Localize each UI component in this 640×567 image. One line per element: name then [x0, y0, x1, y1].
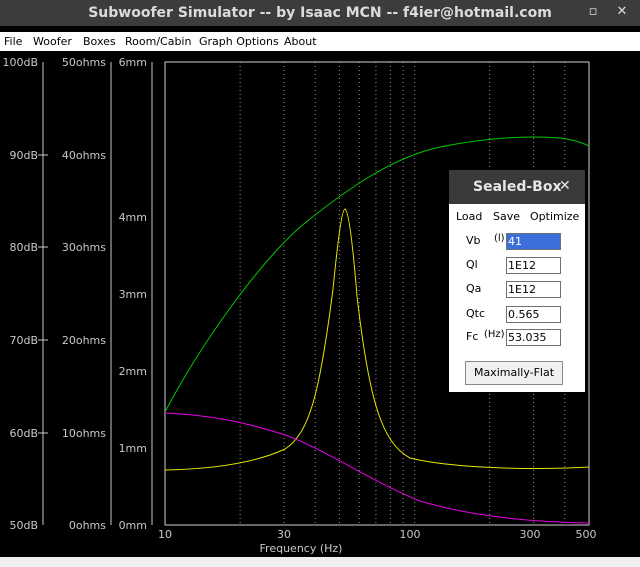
menu-boxes[interactable]: Boxes [83, 35, 116, 48]
window-title: Subwoofer Simulator -- by Isaac MCN -- f… [88, 5, 552, 21]
close-icon[interactable]: ✕ [614, 4, 630, 20]
qa-input[interactable] [506, 281, 561, 298]
mm-tick-label: 6mm [119, 56, 147, 69]
mm-tick-label: 2mm [119, 365, 147, 378]
mm-tick-label: 3mm [119, 288, 147, 301]
mm-tick-label: 1mm [119, 442, 147, 455]
db-tick-label: 80dB [9, 241, 38, 254]
menu-woofer[interactable]: Woofer [33, 35, 72, 48]
ohm-tick-label: 10ohms [62, 427, 106, 440]
qtc-label: Qtc [466, 307, 486, 320]
x-tick-label: 100 [400, 528, 421, 541]
x-tick-label: 10 [158, 528, 172, 541]
ohm-tick-label: 50ohms [62, 56, 106, 69]
mm-tick-label: 0mm [119, 519, 147, 532]
ohm-tick-label: 0ohms [69, 519, 106, 532]
menu-graph-options[interactable]: Graph Options [199, 35, 279, 48]
restore-icon[interactable]: ▫ [585, 4, 601, 20]
x-tick-label: 30 [277, 528, 291, 541]
panel-menu-optimize[interactable]: Optimize [530, 210, 579, 223]
panel-menu-save[interactable]: Save [493, 210, 520, 223]
db-tick-label: 100dB [2, 56, 38, 69]
x-axis: 10 30 100 300 500 Frequency (Hz) [158, 528, 597, 555]
maximally-flat-button[interactable]: Maximally-Flat [465, 361, 563, 385]
ohm-tick-label: 30ohms [62, 241, 106, 254]
sealed-box-title: Sealed-Box [473, 179, 562, 195]
db-tick-label: 60dB [9, 427, 38, 440]
vb-label: Vb [466, 234, 481, 247]
vb-unit-label: (l) [494, 233, 505, 244]
db-tick-label: 50dB [9, 519, 38, 532]
db-tick-label: 90dB [9, 149, 38, 162]
db-tick-label: 70dB [9, 334, 38, 347]
ohm-tick-label: 40ohms [62, 149, 106, 162]
fc-label: Fc [466, 330, 479, 343]
sealed-box-header: Sealed-Box ✕ [449, 170, 585, 204]
mm-tick-label: 4mm [119, 211, 147, 224]
fc-unit-label: (Hz) [484, 329, 505, 340]
x-tick-label: 300 [520, 528, 541, 541]
mm-axis: 6mm 4mm 3mm 2mm 1mm 0mm [119, 56, 153, 532]
menu-file[interactable]: File [4, 35, 22, 48]
vb-input[interactable] [506, 233, 561, 250]
ohm-tick-label: 20ohms [62, 334, 106, 347]
title-bar: Subwoofer Simulator -- by Isaac MCN -- f… [0, 0, 640, 26]
fc-input[interactable] [506, 329, 561, 346]
sealed-box-panel: Sealed-Box ✕ Load Save Optimize Vb (l) Q… [449, 170, 585, 392]
ql-label: Ql [466, 258, 478, 271]
x-axis-label: Frequency (Hz) [260, 542, 343, 555]
ql-input[interactable] [506, 257, 561, 274]
menu-about[interactable]: About [284, 35, 317, 48]
status-bar [0, 557, 640, 567]
ohm-axis: 50ohms 40ohms 30ohms 20ohms 10ohms 0ohms [62, 56, 112, 532]
menu-bar: File Woofer Boxes Room/Cabin Graph Optio… [0, 32, 640, 51]
x-tick-label: 500 [576, 528, 597, 541]
panel-menu-load[interactable]: Load [456, 210, 482, 223]
menu-room-cabin[interactable]: Room/Cabin [125, 35, 191, 48]
sealed-box-close-icon[interactable]: ✕ [559, 178, 571, 194]
db-axis: 100dB 90dB 80dB 70dB 60dB 50dB [2, 56, 44, 532]
qa-label: Qa [466, 282, 482, 295]
qtc-input[interactable] [506, 306, 561, 323]
